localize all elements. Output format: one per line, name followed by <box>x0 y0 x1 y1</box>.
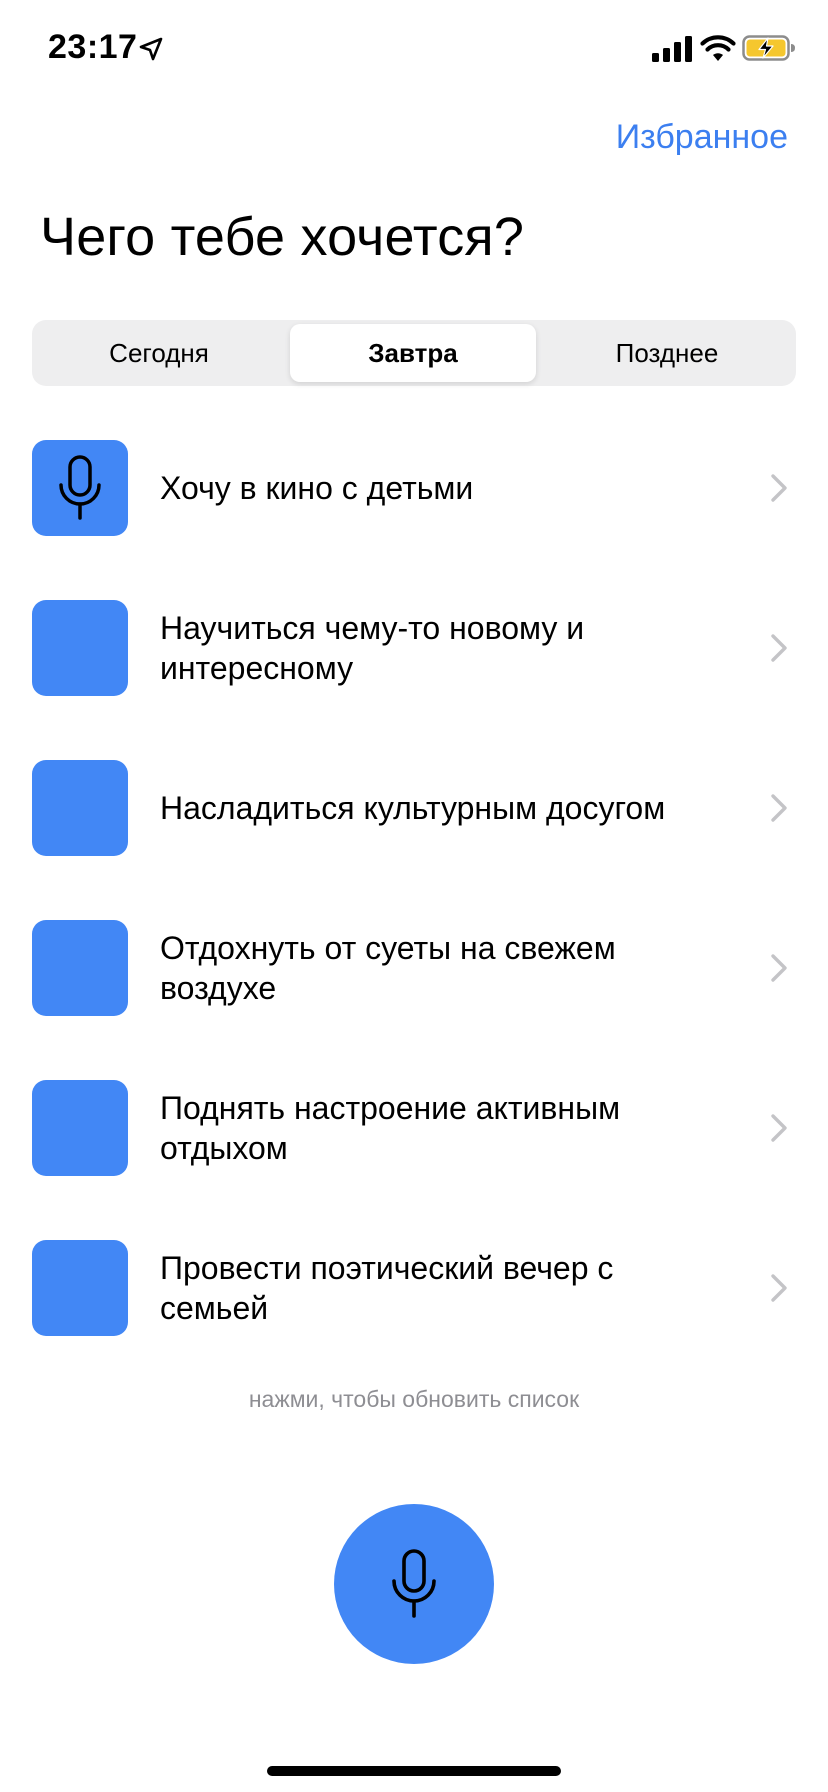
item-thumbnail <box>32 760 128 856</box>
item-label: Насладиться культурным досугом <box>160 790 666 826</box>
item-label: Провести поэтический вечер с семьей <box>160 1250 614 1326</box>
list-item[interactable]: Отдохнуть от суеты на свежем воздухе <box>0 920 828 1016</box>
segment-tomorrow[interactable]: Завтра <box>290 324 536 382</box>
voice-input-button[interactable] <box>334 1504 494 1664</box>
item-thumbnail <box>32 920 128 1016</box>
list-item[interactable]: Поднять настроение активным отдыхом <box>0 1080 828 1176</box>
item-label: Научиться чему-то новому и интересному <box>160 610 585 686</box>
list-item[interactable]: Насладиться культурным досугом <box>0 760 828 856</box>
chevron-right-icon <box>771 634 787 662</box>
item-thumbnail <box>32 440 128 536</box>
battery-charging-icon <box>742 35 795 61</box>
chevron-right-icon <box>771 474 787 502</box>
chevron-right-icon <box>771 794 787 822</box>
list-item[interactable]: Научиться чему-то новому и интересному <box>0 600 828 696</box>
page-title: Чего тебе хочется? <box>40 207 525 267</box>
location-arrow-icon <box>139 37 163 61</box>
chevron-right-icon <box>771 954 787 982</box>
segment-today[interactable]: Сегодня <box>36 324 282 382</box>
home-indicator[interactable] <box>267 1766 561 1776</box>
segment-later[interactable]: Позднее <box>544 324 790 382</box>
item-label: Отдохнуть от суеты на свежем воздухе <box>160 930 616 1006</box>
day-segmented-control: Сегодня Завтра Позднее <box>32 320 796 386</box>
wifi-icon <box>700 35 736 61</box>
favorites-link[interactable]: Избранное <box>616 118 788 157</box>
chevron-right-icon <box>771 1114 787 1142</box>
list-item[interactable]: Провести поэтический вечер с семьей <box>0 1240 828 1336</box>
status-bar: 23:17 <box>0 0 828 100</box>
chevron-right-icon <box>771 1274 787 1302</box>
item-thumbnail <box>32 1080 128 1176</box>
item-thumbnail <box>32 600 128 696</box>
item-thumbnail <box>32 1240 128 1336</box>
item-label: Хочу в кино с детьми <box>160 470 474 506</box>
cellular-signal-icon <box>652 36 692 62</box>
microphone-icon <box>59 455 101 520</box>
microphone-icon <box>392 1549 436 1618</box>
item-label: Поднять настроение активным отдыхом <box>160 1090 621 1166</box>
list-item[interactable]: Хочу в кино с детьми <box>0 440 828 536</box>
status-time: 23:17 <box>48 28 138 66</box>
refresh-list-hint[interactable]: нажми, чтобы обновить список <box>0 1386 828 1413</box>
